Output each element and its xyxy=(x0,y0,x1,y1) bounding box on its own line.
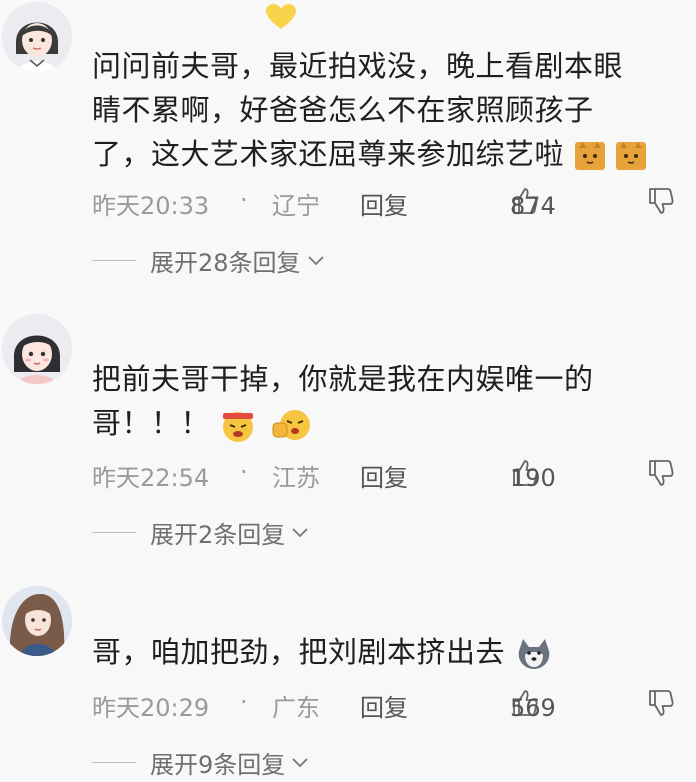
expand-replies-label: 展开2条回复 xyxy=(150,520,286,549)
thumbs-down-icon xyxy=(649,188,674,214)
thumbs-down-icon xyxy=(649,460,674,486)
comment-time: 昨天20:33 xyxy=(92,192,210,220)
comment-time: 昨天22:54 xyxy=(92,464,210,492)
chevron-down-icon xyxy=(292,758,308,768)
yellow-heart-icon xyxy=(266,4,296,29)
reply-button[interactable]: 回复 xyxy=(360,458,408,493)
fist-emoji-icon xyxy=(272,410,311,440)
meta-separator: · xyxy=(240,458,248,486)
comment-text-line: 问问前夫哥，最近拍戏没，晚上看剧本眼 xyxy=(92,49,624,83)
cat-emoji-icon xyxy=(574,142,605,170)
comment-location: 广东 xyxy=(272,694,320,722)
dislike-button[interactable] xyxy=(646,688,676,724)
comment-text-fragment: 哥，咱加把劲，把刘剧本挤出去 xyxy=(92,635,506,669)
avatar[interactable] xyxy=(2,586,72,656)
chevron-down-icon xyxy=(307,256,324,266)
expand-replies-button[interactable]: 展开2条回复 xyxy=(92,512,311,552)
reply-button[interactable]: 回复 xyxy=(360,688,408,723)
comment-meta: 昨天20:29 · 广东 回复 569 xyxy=(92,682,682,722)
comment-text: 把前夫哥干掉，你就是我在内娱唯一的 哥！！！ xyxy=(92,357,682,445)
like-button[interactable]: 874 xyxy=(510,186,556,220)
comment-text-line: 睛不累啊，好爸爸怎么不在家照顾孩子 xyxy=(92,93,594,127)
thumbs-down-icon xyxy=(649,690,674,716)
comment-text: 问问前夫哥，最近拍戏没，晚上看剧本眼 睛不累啊，好爸爸怎么不在家照顾孩子 了，这… xyxy=(92,44,682,176)
like-count: 874 xyxy=(510,192,556,220)
comment-time: 昨天20:29 xyxy=(92,694,210,722)
angry-emoji-icon xyxy=(222,412,253,442)
expand-replies-button[interactable]: 展开9条回复 xyxy=(92,742,311,782)
expand-replies-button[interactable]: 展开28条回复 xyxy=(92,240,327,280)
dislike-button[interactable] xyxy=(646,186,676,222)
dislike-button[interactable] xyxy=(646,458,676,494)
comment-meta: 昨天20:33 · 辽宁 回复 874 xyxy=(92,180,682,220)
divider-line xyxy=(92,531,136,533)
comment-text-line: 了，这大艺术家还屈尊来参加综艺啦 xyxy=(92,132,682,176)
like-button[interactable]: 190 xyxy=(510,458,556,492)
meta-separator: · xyxy=(240,688,248,716)
meta-separator: · xyxy=(240,186,248,214)
divider-line xyxy=(92,761,136,763)
like-count: 190 xyxy=(510,464,556,492)
avatar[interactable] xyxy=(2,2,72,72)
expand-replies-label: 展开28条回复 xyxy=(150,248,301,277)
avatar[interactable] xyxy=(2,314,72,384)
expand-replies-label: 展开9条回复 xyxy=(150,750,286,779)
comment-location: 辽宁 xyxy=(272,192,320,220)
comment-location: 江苏 xyxy=(272,464,320,492)
comment-text-line: 把前夫哥干掉，你就是我在内娱唯一的 xyxy=(92,362,594,396)
comment-text-fragment: 哥！！！ xyxy=(92,406,211,440)
comment-text-line: 哥，咱加把劲，把刘剧本挤出去 xyxy=(92,630,682,674)
like-count: 569 xyxy=(510,694,556,722)
like-button[interactable]: 569 xyxy=(510,688,556,722)
comment-meta: 昨天22:54 · 江苏 回复 190 xyxy=(92,452,682,492)
comment-text-fragment: 了，这大艺术家还屈尊来参加综艺啦 xyxy=(92,137,565,171)
comment-text-line: 哥！！！ xyxy=(92,401,682,445)
reply-button[interactable]: 回复 xyxy=(360,186,408,221)
divider-line xyxy=(92,259,136,261)
cat-emoji-icon xyxy=(616,142,647,170)
chevron-down-icon xyxy=(292,528,308,538)
husky-emoji-icon xyxy=(518,639,550,669)
comment-text: 哥，咱加把劲，把刘剧本挤出去 xyxy=(92,630,682,674)
